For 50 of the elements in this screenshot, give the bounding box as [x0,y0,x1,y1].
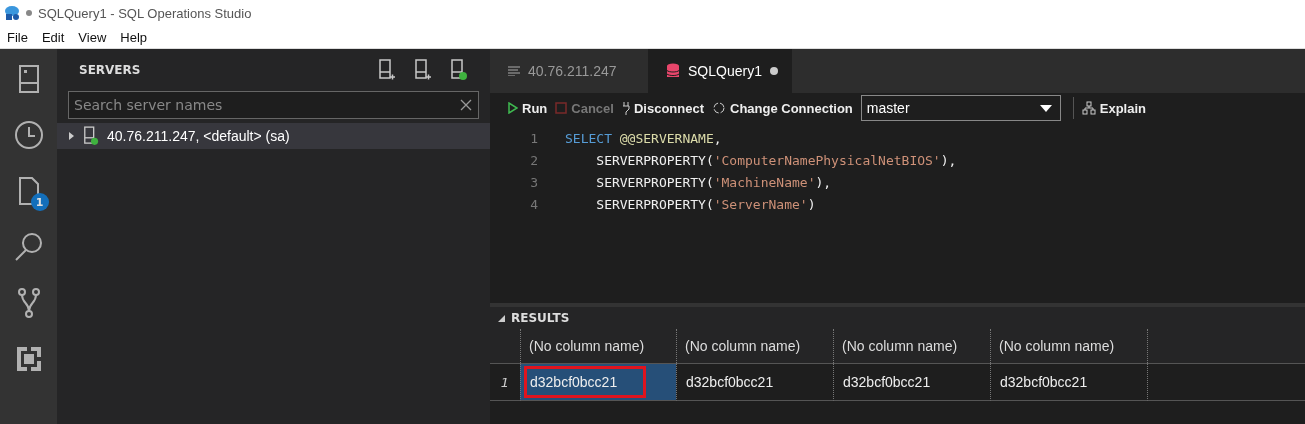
server-item[interactable]: 40.76.211.247, <default> (sa) [57,123,490,149]
new-server-group-icon[interactable] [414,59,432,81]
text-lines-icon [508,66,520,76]
active-server-icon[interactable] [450,59,468,81]
line-number: 2 [529,152,538,168]
collapse-caret-icon[interactable] [498,314,505,322]
caret-icon[interactable] [67,132,75,140]
stop-icon [555,102,568,114]
menu-item[interactable]: File [0,29,35,45]
branch-icon [16,287,41,319]
close-icon[interactable] [460,99,472,111]
menu-item[interactable]: View [71,29,114,45]
menu-item[interactable]: Edit [34,29,72,45]
editor-tab[interactable]: SQLQuery1 [648,49,792,93]
change-connection-button[interactable]: Change Connection [712,100,853,116]
play-icon [508,102,518,114]
explain-button[interactable]: Explain [1081,100,1147,116]
window-title: SQLQuery1 - SQL Operations Studio [38,5,252,21]
count-badge: 1 [30,193,49,211]
database-dropdown[interactable]: master [860,95,1061,121]
table-cell[interactable]: d32bcf0bcc21 [833,363,990,401]
table-cell[interactable]: d32bcf0bcc21 [990,363,1147,401]
database-icon [666,63,680,79]
line-number: 4 [529,196,538,212]
new-server-icon[interactable] [378,59,396,81]
hierarchy-icon [1081,101,1096,115]
run-button[interactable]: Run [508,100,548,116]
code-line: SERVERPROPERTY('ComputerNamePhysicalNetBIOS'), [595,152,957,168]
table-cell[interactable]: d32bcf0bcc21 [676,363,833,401]
server-label: 40.76.211.247, <default> (sa) [107,128,290,144]
clock-icon [13,120,44,150]
search-icon [13,232,44,262]
sidebar-title: SERVERS [79,63,142,77]
app-logo-icon [4,5,20,21]
table-cell[interactable]: d32bcf0bcc21 [520,363,676,401]
dropdown-caret-icon [1039,104,1052,112]
refresh-icon [712,101,726,115]
menu-item[interactable]: Help [113,29,155,45]
row-number: 1 [490,363,520,401]
results-title: RESULTS [511,311,570,325]
code-line: SERVERPROPERTY('ServerName') [595,196,816,212]
code-line: SERVERPROPERTY('MachineName'), [595,174,832,190]
extensions-icon [15,346,42,372]
search-field[interactable]: Search server names [68,91,479,119]
line-number: 1 [529,130,538,146]
code-line: SELECT @@SERVERNAME, [565,130,722,146]
line-number: 3 [529,174,538,190]
server-icon [17,64,40,94]
plug-icon [621,101,630,115]
disconnect-button[interactable]: Disconnect [621,100,704,116]
